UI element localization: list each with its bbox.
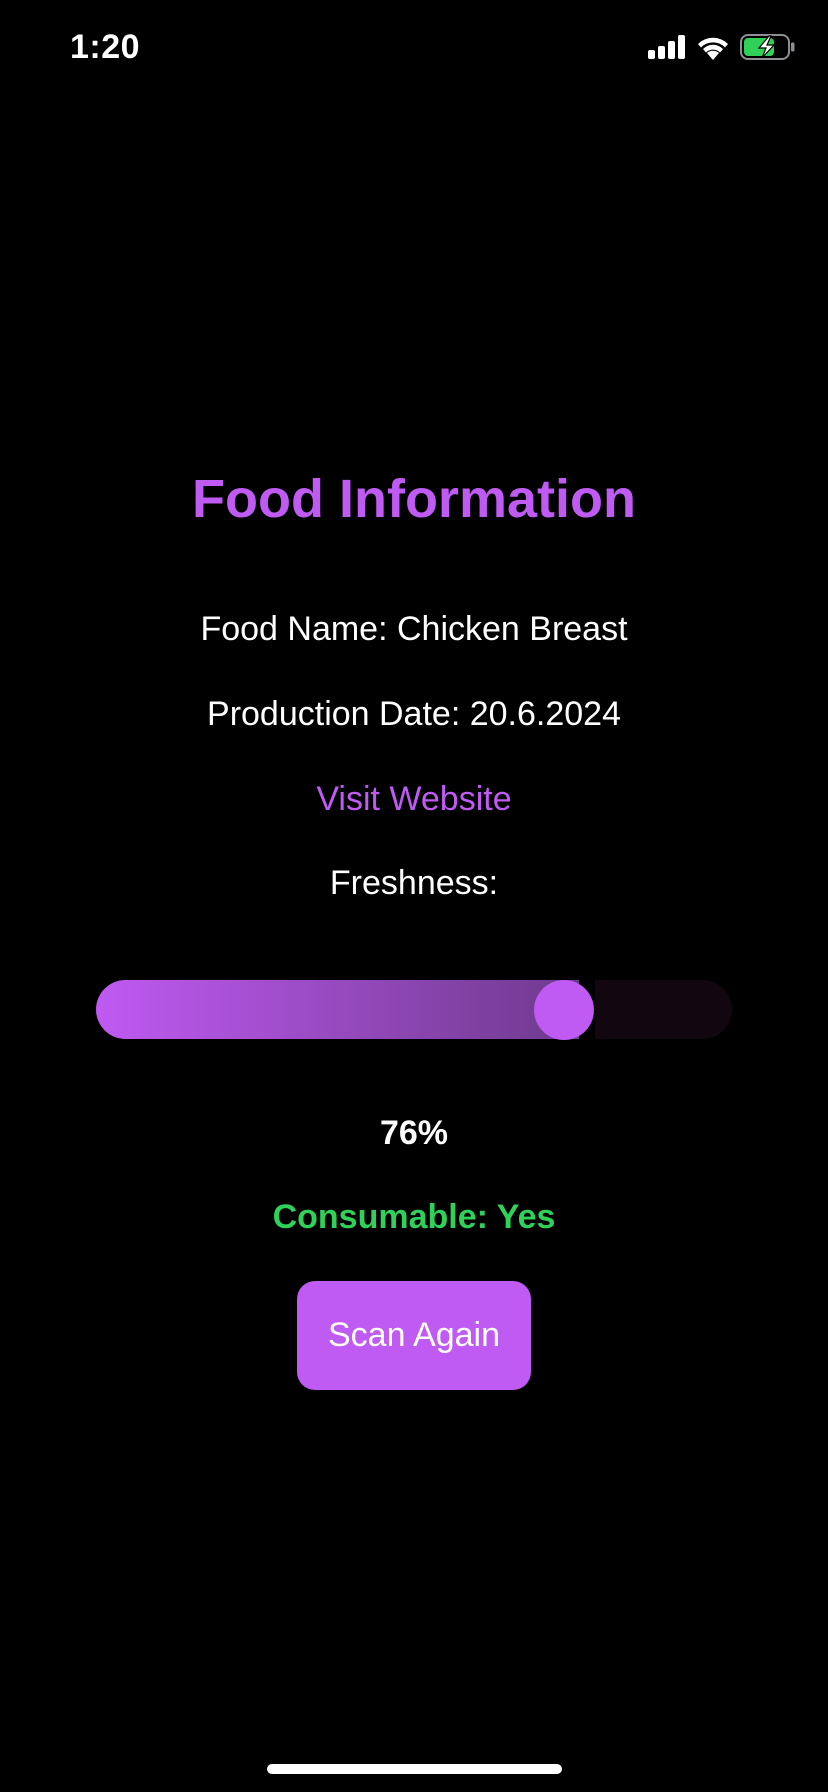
food-name-text: Food Name: Chicken Breast — [200, 610, 628, 648]
page-title: Food Information — [192, 469, 636, 529]
home-indicator — [267, 1764, 562, 1774]
freshness-label: Freshness: — [329, 864, 499, 902]
freshness-slider[interactable] — [96, 980, 732, 1040]
freshness-percent: 76% — [379, 1114, 449, 1152]
wifi-icon — [696, 34, 730, 60]
cellular-signal-icon — [648, 35, 686, 59]
status-time: 1:20 — [70, 28, 141, 66]
consumable-status: Consumable: Yes — [272, 1198, 556, 1236]
status-icons — [648, 34, 796, 60]
scan-again-button[interactable]: Scan Again — [297, 1281, 531, 1390]
battery-charging-icon — [740, 34, 796, 60]
visit-website-link[interactable]: Visit Website — [0, 780, 828, 819]
freshness-slider-thumb[interactable] — [534, 980, 594, 1040]
status-bar: 1:20 — [0, 0, 828, 100]
freshness-slider-fill — [96, 980, 579, 1039]
production-date-text: Production Date: 20.6.2024 — [207, 695, 621, 733]
